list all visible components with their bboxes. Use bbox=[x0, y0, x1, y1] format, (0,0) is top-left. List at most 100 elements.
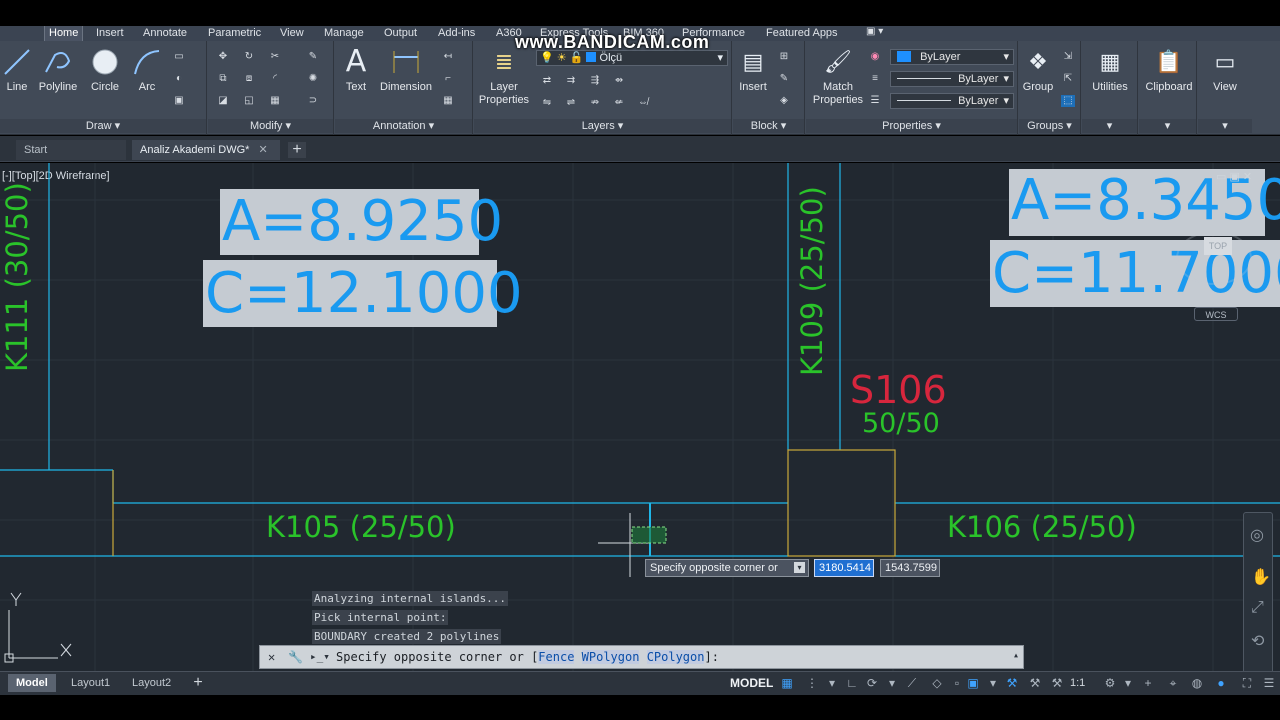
mtext-left-line1[interactable]: A=8.9250 bbox=[220, 189, 503, 255]
ribbon-tab-addins[interactable]: Add-ins bbox=[434, 26, 479, 41]
line-tool[interactable]: Line bbox=[2, 47, 32, 93]
steering-wheel-icon[interactable]: ◎ bbox=[1250, 525, 1264, 545]
trim-icon[interactable]: ✂ bbox=[268, 51, 282, 63]
wcs-dropdown[interactable]: WCS bbox=[1194, 307, 1238, 321]
tab-start[interactable]: Start bbox=[16, 140, 126, 160]
modify-panel-title[interactable]: Modify ▾ bbox=[208, 119, 333, 133]
clipboard-tool[interactable]: 📋 Clipboard bbox=[1141, 47, 1197, 93]
ribbon-tab-insert[interactable]: Insert bbox=[92, 26, 128, 41]
snap-icon[interactable]: ⋮ bbox=[805, 676, 819, 690]
dimension-tool[interactable]: Dimension bbox=[377, 47, 435, 93]
create-block-icon[interactable]: ⊞ bbox=[777, 51, 791, 63]
tab-model[interactable]: Model bbox=[8, 674, 56, 692]
ungroup-icon[interactable]: ⇲ bbox=[1061, 51, 1075, 63]
layers-panel-title[interactable]: Layers ▾ bbox=[474, 119, 731, 133]
beam-label-k106[interactable]: K106 (25/50) bbox=[947, 510, 1137, 544]
ribbon-tab-featured-apps[interactable]: Featured Apps bbox=[762, 26, 842, 41]
edit-block-icon[interactable]: ✎ bbox=[777, 73, 791, 85]
osnap-tracking-icon[interactable]: ⟋ bbox=[905, 676, 919, 690]
groups-panel-title[interactable]: Groups ▾ bbox=[1019, 119, 1080, 133]
transparency-icon[interactable]: ▣ bbox=[966, 676, 980, 690]
menu-icon[interactable]: ☰ bbox=[1262, 676, 1276, 690]
new-tab-button[interactable]: + bbox=[288, 142, 306, 158]
leader-icon[interactable]: ↤ bbox=[441, 51, 455, 63]
add-icon[interactable]: + bbox=[1141, 676, 1155, 690]
command-line[interactable]: ✕ 🔧 ▸_▾ Specify opposite corner or [Fenc… bbox=[259, 645, 1024, 669]
beam-label-k111[interactable]: K111 (30/50) bbox=[0, 182, 34, 372]
array-icon[interactable]: ▦ bbox=[268, 95, 282, 107]
draw-panel-title[interactable]: Draw ▾ bbox=[0, 119, 206, 133]
rectangle-icon[interactable]: ▭ bbox=[172, 51, 186, 63]
fullscreen-icon[interactable]: ⛶ bbox=[1240, 676, 1254, 690]
gear-icon[interactable]: ⚙ bbox=[1103, 676, 1117, 690]
beam-label-k109[interactable]: K109 (25/50) bbox=[795, 186, 829, 376]
dynamic-input-x[interactable]: 3180.5414 bbox=[814, 559, 874, 577]
group-select-icon[interactable]: ⬚ bbox=[1061, 95, 1075, 107]
color-dropdown[interactable]: ByLayer ▾ bbox=[890, 49, 1014, 65]
close-icon[interactable]: ✕ bbox=[268, 650, 275, 664]
fillet-icon[interactable]: ◜ bbox=[268, 73, 282, 85]
selection-cycling-icon[interactable]: ▾ bbox=[986, 676, 1000, 690]
region-icon[interactable]: ▣ bbox=[172, 95, 186, 107]
layer-tool-icon[interactable]: ⇍ bbox=[612, 97, 626, 109]
text-tool[interactable]: A Text bbox=[339, 47, 373, 94]
model-space-toggle[interactable]: MODEL bbox=[730, 676, 773, 690]
leader2-icon[interactable]: ⌐ bbox=[441, 73, 455, 85]
option-wpolygon[interactable]: WPolygon bbox=[581, 650, 640, 664]
window-controls[interactable]: ▭ ▣ ✕ bbox=[1216, 170, 1252, 183]
layer-tool-icon[interactable]: ⇄ bbox=[540, 75, 554, 87]
ribbon-tab-manage[interactable]: Manage bbox=[320, 26, 368, 41]
table-icon[interactable]: ▦ bbox=[441, 95, 455, 107]
viewcube[interactable]: TOP WCS bbox=[1176, 221, 1256, 321]
annotation-scale-value[interactable]: 1:1 bbox=[1070, 677, 1085, 689]
tab-layout1[interactable]: Layout1 bbox=[63, 674, 118, 692]
wrench-icon[interactable]: 🔧 bbox=[288, 650, 303, 664]
layer-tool-icon[interactable]: ⇶ bbox=[588, 75, 602, 87]
insert-tool[interactable]: ▤ Insert bbox=[735, 47, 771, 93]
viewcube-top-face[interactable]: TOP bbox=[1204, 237, 1232, 255]
orbit-icon[interactable]: ⟲ bbox=[1251, 631, 1264, 651]
options-down-icon[interactable]: ▾ bbox=[794, 562, 805, 573]
ribbon-tab-parametric[interactable]: Parametric bbox=[204, 26, 265, 41]
ribbon-tab-view[interactable]: View bbox=[276, 26, 308, 41]
pan-icon[interactable]: ✋ bbox=[1251, 567, 1271, 587]
annotation-scale-icon[interactable]: ⚒ bbox=[1050, 676, 1064, 690]
utilities-expand[interactable]: ▾ bbox=[1082, 119, 1137, 133]
rotate-icon[interactable]: ↻ bbox=[242, 51, 256, 63]
offset-icon[interactable]: ⊃ bbox=[306, 95, 320, 107]
layer-properties-tool[interactable]: ≣ Layer Properties bbox=[476, 47, 532, 107]
utilities-tool[interactable]: ▦ Utilities bbox=[1084, 47, 1136, 93]
arc-tool[interactable]: Arc bbox=[132, 47, 162, 93]
group-edit-icon[interactable]: ⇱ bbox=[1061, 73, 1075, 85]
zoom-icon[interactable]: ⤢ bbox=[1251, 599, 1264, 617]
polar-icon[interactable]: ⟳ bbox=[865, 676, 879, 690]
layer-tool-icon[interactable]: ⇏ bbox=[588, 97, 602, 109]
layer-tool-icon[interactable]: ⇉ bbox=[564, 75, 578, 87]
hardware-acceleration-icon[interactable]: ◍ bbox=[1190, 676, 1204, 690]
scale-icon[interactable]: ◱ bbox=[242, 95, 256, 107]
ribbon-tab-output[interactable]: Output bbox=[380, 26, 421, 41]
erase-icon[interactable]: ✎ bbox=[306, 51, 320, 63]
match-properties-tool[interactable]: 🖌 Match Properties bbox=[810, 47, 866, 107]
ribbon-tab-annotate[interactable]: Annotate bbox=[139, 26, 191, 41]
tab-layout2[interactable]: Layout2 bbox=[124, 674, 179, 692]
dynamic-input-y[interactable]: 1543.7599 bbox=[880, 559, 940, 577]
auto-scale-icon[interactable]: ⚒ bbox=[1028, 676, 1042, 690]
circle-tool[interactable]: Circle bbox=[88, 47, 122, 93]
new-layout-button[interactable]: + bbox=[190, 675, 206, 691]
isodraft-icon[interactable]: ▾ bbox=[885, 676, 899, 690]
close-icon[interactable]: ✕ bbox=[259, 144, 268, 156]
command-history-toggle-icon[interactable]: ▴ bbox=[1013, 650, 1019, 661]
clean-screen-icon[interactable]: ● bbox=[1214, 676, 1228, 690]
group-tool[interactable]: ❖ Group bbox=[1021, 47, 1055, 93]
isolate-icon[interactable]: ⌖ bbox=[1166, 676, 1180, 690]
clipboard-expand[interactable]: ▾ bbox=[1139, 119, 1196, 133]
workspace-chevron-icon[interactable]: ▾ bbox=[1121, 676, 1135, 690]
infer-icon[interactable]: ▾ bbox=[825, 676, 839, 690]
ribbon-tab-home[interactable]: Home bbox=[44, 26, 84, 41]
view-expand[interactable]: ▾ bbox=[1198, 119, 1252, 133]
move-icon[interactable]: ✥ bbox=[216, 51, 230, 63]
layer-tool-icon[interactable]: ⇴ bbox=[612, 75, 626, 87]
option-cpolygon[interactable]: CPolygon bbox=[646, 650, 705, 664]
annotation-visibility-icon[interactable]: ⚒ bbox=[1005, 676, 1019, 690]
